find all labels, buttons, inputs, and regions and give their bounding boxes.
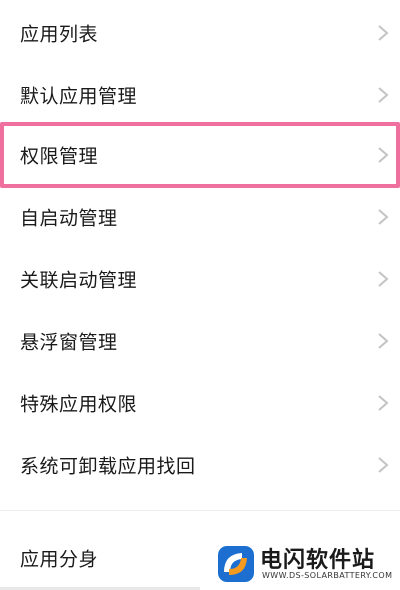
- menu-item-label: 默认应用管理: [20, 85, 138, 108]
- chevron-right-icon: [378, 25, 389, 41]
- watermark: 电闪软件站 WWW.DS-SOLARBATTERY.COM: [200, 538, 400, 590]
- menu-item-label: 系统可卸载应用找回: [20, 455, 196, 478]
- menu-item-restore-system-apps[interactable]: 系统可卸载应用找回: [0, 434, 400, 496]
- chevron-right-icon: [378, 457, 389, 473]
- menu-item-associated-launch[interactable]: 关联启动管理: [0, 248, 400, 310]
- menu-item-label: 悬浮窗管理: [20, 331, 118, 354]
- chevron-right-icon: [378, 87, 389, 103]
- chevron-right-icon: [378, 209, 389, 225]
- menu-item-label: 自启动管理: [20, 207, 118, 230]
- menu-item-label: 特殊应用权限: [20, 393, 138, 416]
- watermark-url: WWW.DS-SOLARBATTERY.COM: [262, 571, 393, 580]
- menu-item-label: 权限管理: [20, 145, 99, 168]
- watermark-title: 电闪软件站: [260, 548, 376, 573]
- menu-item-label: 应用分身: [20, 548, 99, 571]
- menu-item-permission-management[interactable]: 权限管理: [0, 122, 400, 188]
- menu-item-autostart[interactable]: 自启动管理: [0, 186, 400, 248]
- menu-item-special-permissions[interactable]: 特殊应用权限: [0, 372, 400, 434]
- menu-item-label: 关联启动管理: [20, 269, 138, 292]
- chevron-right-icon: [378, 333, 389, 349]
- menu-item-floating-window[interactable]: 悬浮窗管理: [0, 310, 400, 372]
- menu-item-default-apps[interactable]: 默认应用管理: [0, 64, 400, 126]
- section-divider: [0, 510, 400, 511]
- chevron-right-icon: [378, 271, 389, 287]
- menu-item-app-list[interactable]: 应用列表: [0, 2, 400, 64]
- chevron-right-icon: [378, 395, 389, 411]
- ds-logo-icon: [218, 546, 254, 582]
- menu-item-label: 应用列表: [20, 23, 99, 46]
- chevron-right-icon: [378, 147, 389, 163]
